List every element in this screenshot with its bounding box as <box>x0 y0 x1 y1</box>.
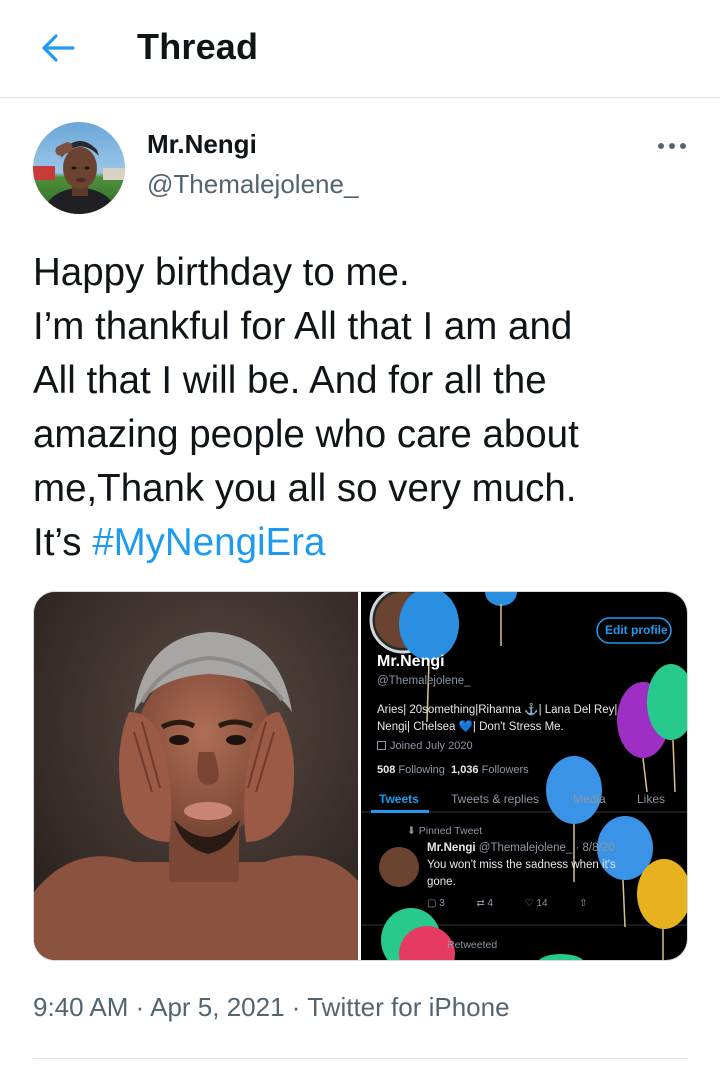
profile-tab-likes: Likes <box>637 792 666 806</box>
tweet-text-line: I’m thankful for All that I am and <box>33 305 573 348</box>
pinned-tweet-label-text: Pinned Tweet <box>418 825 483 837</box>
followers-count: 1,036 <box>451 764 479 776</box>
reply-count: 3 <box>439 898 445 909</box>
share-icon: ⇧ <box>579 898 588 909</box>
pinned-tweet-name: Mr.Nengi <box>427 842 476 854</box>
top-bar: Thread <box>0 0 720 98</box>
following-count: 508 <box>377 764 396 776</box>
followers-label: Followers <box>481 764 529 776</box>
profile-bio-line: Nengi| Chelsea 💙| Don't Stress Me. <box>377 721 564 733</box>
profile-bio-line: Aries| 20something|Rihanna ⚓| Lana Del R… <box>377 704 618 716</box>
profile-tab-replies: Tweets & replies <box>451 792 540 806</box>
tweet-photo-portrait[interactable] <box>34 592 358 960</box>
pinned-tweet-label: ⬇ Pinned Tweet <box>407 825 482 837</box>
meta-separator: · <box>291 992 301 1022</box>
like-icon: ♡ <box>524 898 534 909</box>
more-options-button[interactable] <box>652 136 692 156</box>
like-count: 14 <box>536 898 548 909</box>
arrow-left-icon <box>42 34 75 62</box>
balloon-icon <box>539 954 583 960</box>
retweeted-label: Retweeted <box>447 939 498 951</box>
profile-joined-text: Joined July 2020 <box>390 740 473 752</box>
tweet-text-line: me,Thank you all so very much. <box>33 467 577 510</box>
profile-joined: Joined July 2020 <box>377 740 473 752</box>
tweet-text-line: It’s #MyNengiEra <box>33 516 693 570</box>
meta-separator: · <box>135 992 145 1022</box>
pinned-tweet-actions: ▢ 3 ⇄ 4 ♡ 14 ⇧ <box>427 898 587 909</box>
tweet-photo-profile-screenshot[interactable]: Edit profile Mr.Nengi @Themalejolene_ Ar… <box>361 592 687 960</box>
retweet-count: 4 <box>487 898 494 909</box>
tweet-meta: 9:40 AM · Apr 5, 2021 · Twitter for iPho… <box>33 992 510 1023</box>
more-dot-icon <box>658 143 664 149</box>
back-button[interactable] <box>40 30 76 66</box>
following-label: Following <box>398 764 445 776</box>
profile-tab-tweets: Tweets <box>379 792 419 806</box>
tweet-text-prefix: It’s <box>33 521 93 564</box>
retweet-icon: ⇄ <box>476 898 485 909</box>
tweet-text: Happy birthday to me. I’m thankful for A… <box>33 246 693 570</box>
tweet-time: 9:40 AM <box>33 992 129 1022</box>
tweet-date: Apr 5, 2021 <box>150 992 285 1022</box>
page-title: Thread <box>137 26 259 67</box>
more-dot-icon <box>680 143 686 149</box>
media-grid: Edit profile Mr.Nengi @Themalejolene_ Ar… <box>33 591 688 961</box>
balloon-icon <box>485 592 517 646</box>
pinned-tweet-author: Mr.Nengi @Themalejolene_ · 8/8/20 <box>427 842 614 854</box>
profile-follow-stats: 508 Following 1,036 Followers <box>377 764 529 776</box>
pinned-tweet-text: gone. <box>427 876 456 888</box>
edit-profile-button: Edit profile <box>605 623 668 637</box>
author-name[interactable]: Mr.Nengi <box>147 129 257 160</box>
more-dot-icon <box>669 143 675 149</box>
pinned-tweet-text: You won't miss the sadness when it's <box>427 859 616 871</box>
author-handle[interactable]: @Themalejolene_ <box>147 169 358 200</box>
hashtag-link[interactable]: #MyNengiEra <box>92 521 325 564</box>
divider <box>33 1058 688 1059</box>
profile-handle: @Themalejolene_ <box>377 675 471 687</box>
calendar-icon <box>377 741 386 750</box>
tweet-text-line: All that I will be. And for all the <box>33 359 547 402</box>
reply-icon: ▢ <box>427 898 437 909</box>
balloon-icon <box>637 859 687 960</box>
pinned-tweet-handle: @Themalejolene_ · 8/8/20 <box>478 842 615 854</box>
tweet-text-line: amazing people who care about <box>33 413 579 456</box>
tweet-text-line: Happy birthday to me. <box>33 251 410 294</box>
pin-icon: ⬇ <box>407 825 416 837</box>
profile-tab-media: Media <box>573 792 606 806</box>
profile-name: Mr.Nengi <box>377 653 445 670</box>
avatar[interactable] <box>33 122 125 214</box>
tweet-source[interactable]: Twitter for iPhone <box>307 992 509 1022</box>
